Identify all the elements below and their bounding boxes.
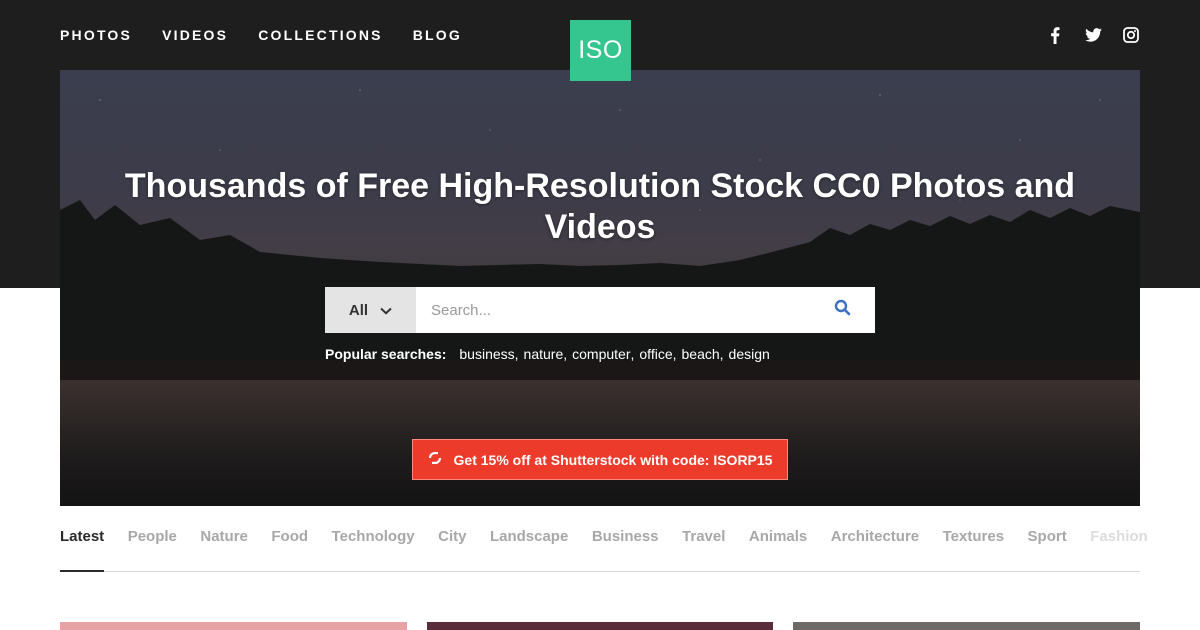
chevron-down-icon xyxy=(380,302,392,319)
search-placeholder: Search... xyxy=(431,301,492,319)
nav-collections[interactable]: COLLECTIONS xyxy=(258,27,383,43)
tab-business[interactable]: Business xyxy=(592,528,659,572)
popular-term[interactable]: nature xyxy=(524,346,564,362)
nav-videos[interactable]: VIDEOS xyxy=(162,27,228,43)
main-nav: PHOTOS VIDEOS COLLECTIONS BLOG xyxy=(60,27,492,43)
popular-separator: , xyxy=(563,346,568,362)
tab-architecture[interactable]: Architecture xyxy=(831,528,919,572)
tab-animals[interactable]: Animals xyxy=(749,528,807,572)
popular-term[interactable]: business xyxy=(459,346,514,362)
tab-latest[interactable]: Latest xyxy=(60,528,105,572)
instagram-icon[interactable] xyxy=(1122,26,1140,44)
search-bar: All Search... xyxy=(325,287,875,333)
twitter-icon[interactable] xyxy=(1084,26,1102,44)
logo-text: ISO xyxy=(578,36,623,64)
photo-grid xyxy=(60,622,1140,630)
photo-thumbnail[interactable] xyxy=(60,622,407,630)
popular-searches: Popular searches: business, nature, comp… xyxy=(325,346,770,362)
category-select-label: All xyxy=(348,301,369,319)
tab-food[interactable]: Food xyxy=(271,528,308,572)
promo-label: Get 15% off at Shutterstock with code: I… xyxy=(453,451,773,468)
shutterstock-icon xyxy=(428,451,442,468)
photo-thumbnail[interactable] xyxy=(427,622,773,630)
site-logo[interactable]: ISO xyxy=(570,20,631,81)
tab-textures[interactable]: Textures xyxy=(943,528,1004,572)
tab-sport[interactable]: Sport xyxy=(1028,528,1067,572)
search-button[interactable] xyxy=(809,287,875,333)
tab-people[interactable]: People xyxy=(128,528,177,572)
tab-nature[interactable]: Nature xyxy=(200,528,248,572)
search-icon xyxy=(834,299,851,321)
popular-separator: , xyxy=(630,346,635,362)
popular-term[interactable]: beach xyxy=(682,346,720,362)
hero-banner: Thousands of Free High-Resolution Stock … xyxy=(60,70,1140,506)
popular-searches-label: Popular searches: xyxy=(325,346,447,362)
photo-thumbnail[interactable] xyxy=(793,622,1140,630)
popular-term[interactable]: computer xyxy=(572,346,630,362)
search-input[interactable]: Search... xyxy=(416,287,809,333)
nav-blog[interactable]: BLOG xyxy=(413,27,462,43)
tab-travel[interactable]: Travel xyxy=(682,528,725,572)
tab-city[interactable]: City xyxy=(438,528,466,572)
promo-button[interactable]: Get 15% off at Shutterstock with code: I… xyxy=(412,439,788,480)
tab-fashion[interactable]: Fashion xyxy=(1090,528,1148,572)
nav-photos[interactable]: PHOTOS xyxy=(60,27,132,43)
popular-separator: , xyxy=(672,346,677,362)
tab-technology[interactable]: Technology xyxy=(332,528,415,572)
popular-term[interactable]: office xyxy=(639,346,672,362)
social-links xyxy=(1046,26,1140,44)
popular-term[interactable]: design xyxy=(729,346,770,362)
facebook-icon[interactable] xyxy=(1046,26,1064,44)
popular-separator: , xyxy=(719,346,724,362)
popular-separator: , xyxy=(514,346,519,362)
tab-landscape[interactable]: Landscape xyxy=(490,528,568,572)
category-tabs: Latest People Nature Food Technology Cit… xyxy=(60,528,1148,572)
category-select[interactable]: All xyxy=(325,287,416,333)
hero-title: Thousands of Free High-Resolution Stock … xyxy=(124,167,1076,246)
